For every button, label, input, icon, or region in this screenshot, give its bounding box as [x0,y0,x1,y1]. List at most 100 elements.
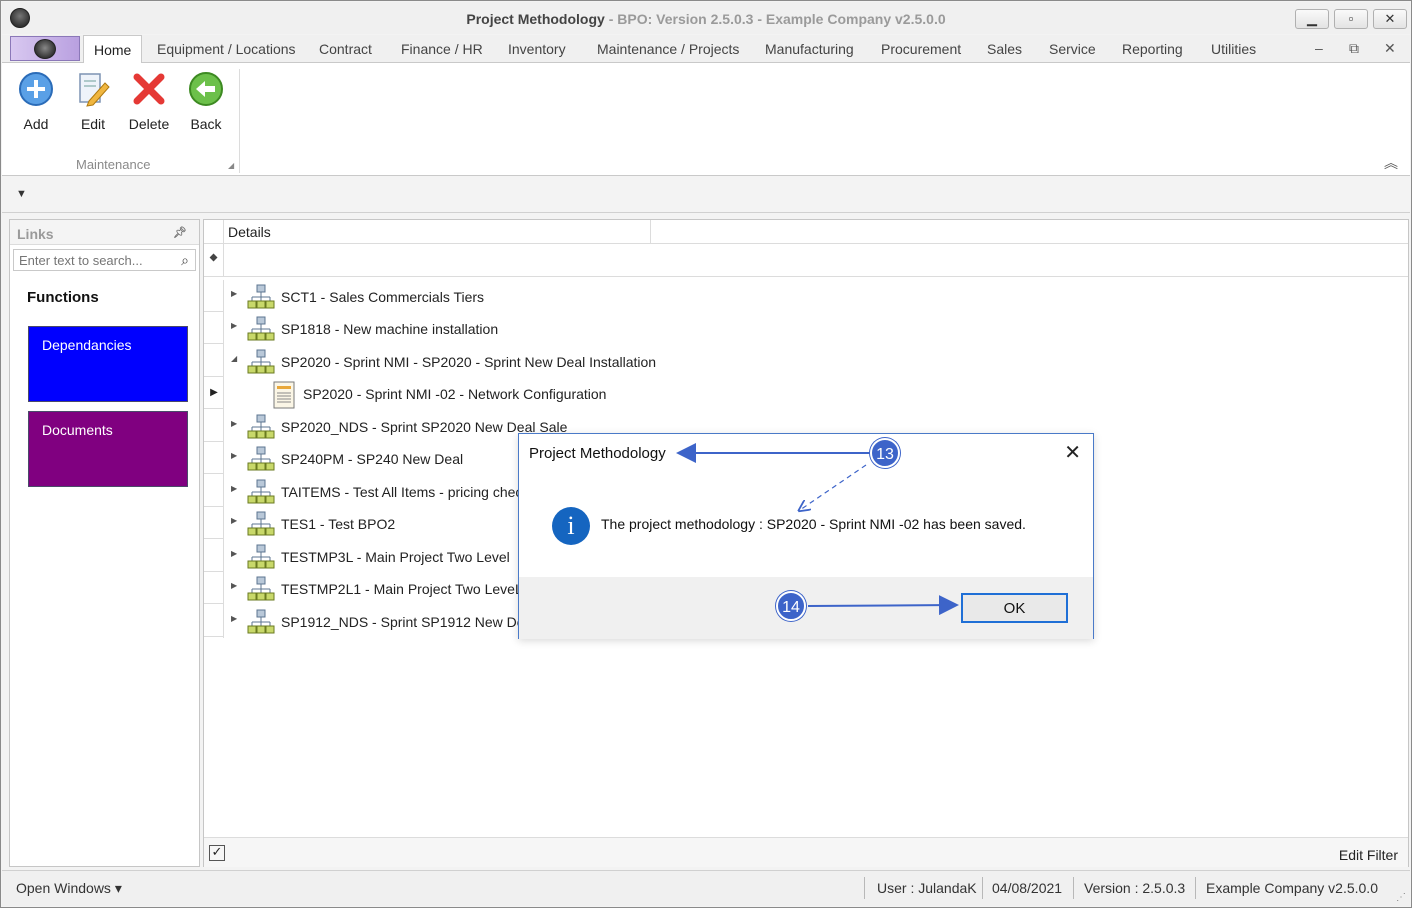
edit-filter-button[interactable]: Edit Filter [1339,847,1398,863]
maximize-button[interactable]: ▫ [1334,9,1368,29]
tab-contract[interactable]: Contract [319,41,372,57]
status-company: Example Company v2.5.0.0 [1206,880,1378,896]
hierarchy-icon [247,414,275,439]
ribbon: Add Edit Delete Back Maintenance ◢ ︽ [2,63,1410,176]
dialog-close-button[interactable]: ✕ [1064,440,1081,465]
row-label: TESTMP2L1 - Main Project Two LeveL [281,581,523,597]
title-bar: Project Methodology - BPO: Version 2.5.0… [2,2,1410,34]
tab-inventory[interactable]: Inventory [508,41,566,57]
row-indicator [204,312,224,344]
edit-button-label: Edit [80,116,106,132]
collapse-icon[interactable]: ◢ [231,354,237,363]
hierarchy-icon [247,479,275,504]
delete-button-label: Delete [128,116,170,132]
application-menu-button[interactable] [10,36,80,61]
expand-icon[interactable]: ▶ [231,581,237,590]
ok-button[interactable]: OK [961,593,1068,623]
mdi-minimize-button[interactable]: – [1315,40,1323,56]
status-separator [1195,877,1196,899]
callout-step-14: 14 [776,591,806,621]
header-indicator [204,220,224,244]
grid-filter-panel: ✓ Edit Filter [204,837,1408,867]
tab-equipment-locations[interactable]: Equipment / Locations [157,41,296,57]
expand-icon[interactable]: ▶ [231,484,237,493]
hierarchy-icon [247,576,275,601]
expand-icon[interactable]: ▶ [231,549,237,558]
row-indicator [204,345,224,377]
dialog-title: Project Methodology [529,445,666,462]
window-title: Project Methodology - BPO: Version 2.5.0… [466,11,946,27]
mdi-restore-button[interactable]: ⧉ [1349,40,1359,57]
customize-dropdown-icon[interactable]: ▼ [16,188,27,200]
links-search: ⌕ [13,249,196,271]
pin-icon[interactable]: 📌︎ [173,226,187,239]
minimize-button[interactable]: ▁ [1295,9,1329,29]
hierarchy-icon [247,349,275,374]
links-header: Links 📌︎ [10,220,199,245]
dependancies-button[interactable]: Dependancies [28,326,188,402]
filter-icon: ⯁ [204,244,224,276]
auto-filter-row[interactable]: ⯁ [204,244,1408,277]
expand-icon[interactable]: ▶ [231,516,237,525]
row-indicator [204,410,224,442]
search-icon[interactable]: ⌕ [181,252,189,269]
collapse-ribbon-icon[interactable]: ︽ [1384,153,1398,173]
ribbon-tab-bar: Home Equipment / Locations Contract Fina… [2,35,1410,63]
row-indicator [204,442,224,474]
hierarchy-icon [247,316,275,341]
delete-icon [133,73,165,105]
tab-utilities[interactable]: Utilities [1211,41,1256,57]
status-separator [982,877,983,899]
row-label: SP2020 - Sprint NMI -02 - Network Config… [303,386,607,402]
expand-icon[interactable]: ▶ [231,614,237,623]
row-label: TAITEMS - Test All Items - pricing check [281,484,530,500]
ribbon-separator [239,69,240,173]
tab-procurement[interactable]: Procurement [881,41,961,57]
back-button[interactable]: Back [181,71,231,132]
expand-icon[interactable]: ▶ [231,451,237,460]
links-search-input[interactable] [14,250,174,270]
row-label: SP2020 - Sprint NMI - SP2020 - Sprint Ne… [281,354,657,370]
row-label: SP240PM - SP240 New Deal [281,451,464,467]
expand-icon[interactable]: ▶ [231,321,237,330]
tab-home[interactable]: Home [83,35,143,63]
tab-manufacturing[interactable]: Manufacturing [765,41,854,57]
expand-icon[interactable]: ▶ [231,289,237,298]
hierarchy-icon [247,609,275,634]
dialog-message: The project methodology : SP2020 - Sprin… [601,516,1026,532]
close-button[interactable]: ✕ [1373,9,1407,29]
tab-sales[interactable]: Sales [987,41,1022,57]
hierarchy-icon [247,284,275,309]
tab-service[interactable]: Service [1049,41,1096,57]
back-button-label: Back [190,116,222,132]
expand-icon[interactable]: ▶ [231,419,237,428]
edit-button[interactable]: Edit [68,71,118,132]
info-icon: i [552,507,590,545]
resize-grip-icon[interactable]: ⋰ [1396,892,1406,903]
quick-access-bar: ▼ [2,177,1410,213]
add-icon [19,72,53,106]
grid-header: Details [204,220,1408,244]
mdi-close-button[interactable]: ✕ [1384,40,1396,57]
tab-finance-hr[interactable]: Finance / HR [401,41,483,57]
app-logo-icon [34,39,56,59]
row-indicator [204,280,224,312]
open-windows-dropdown[interactable]: Open Windows ▾ [16,880,122,897]
status-separator [864,877,865,899]
add-button[interactable]: Add [11,71,61,132]
row-indicator [204,540,224,572]
status-separator [1073,877,1074,899]
tab-reporting[interactable]: Reporting [1122,41,1183,57]
documents-button[interactable]: Documents [28,411,188,487]
filter-enable-checkbox[interactable]: ✓ [209,845,225,861]
column-header-details[interactable]: Details [225,220,651,244]
back-icon [189,72,223,106]
delete-button[interactable]: Delete [124,71,174,132]
tab-maintenance-projects[interactable]: Maintenance / Projects [597,41,739,57]
group-launcher-icon[interactable]: ◢ [228,161,234,170]
status-bar: Open Windows ▾ User : JulandaK 04/08/202… [2,870,1410,906]
row-label: SP1912_NDS - Sprint SP1912 New Deal [281,614,536,630]
hierarchy-icon [247,446,275,471]
message-dialog: Project Methodology ✕ i The project meth… [518,433,1094,639]
functions-title: Functions [27,289,99,306]
